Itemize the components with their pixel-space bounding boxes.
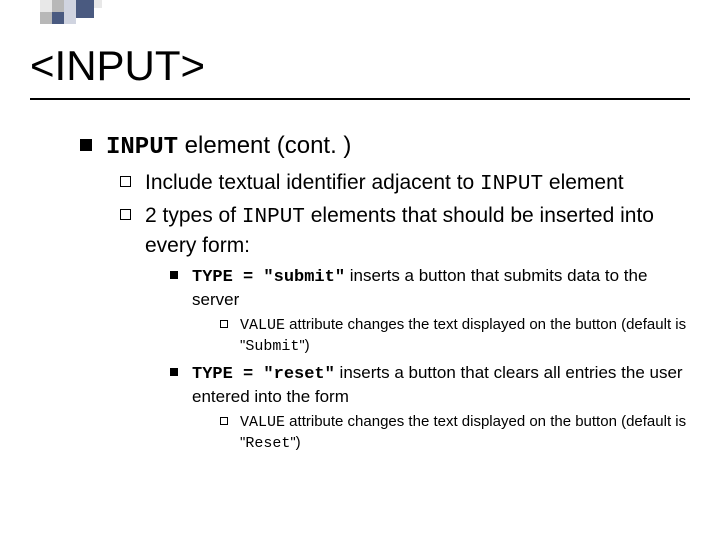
list-item: TYPE = "submit" inserts a button that su…: [170, 265, 690, 311]
slide-body: INPUT element (cont. ) Include textual i…: [80, 130, 690, 457]
list-item: TYPE = "reset" inserts a button that cle…: [170, 362, 690, 408]
title-underline: [30, 98, 690, 100]
bullet-hollow-small-square-icon: [220, 320, 228, 328]
bullet-small-square-icon: [170, 271, 178, 279]
bullet-text: VALUE attribute changes the text display…: [240, 412, 690, 453]
slide-title: <INPUT>: [30, 42, 205, 90]
bullet-text: TYPE = "reset" inserts a button that cle…: [192, 362, 690, 408]
list-item: Include textual identifier adjacent to I…: [120, 169, 690, 198]
bullet-small-square-icon: [170, 368, 178, 376]
bullet-hollow-square-icon: [120, 176, 131, 187]
bullet-hollow-square-icon: [120, 209, 131, 220]
bullet-hollow-small-square-icon: [220, 417, 228, 425]
bullet-text: Include textual identifier adjacent to I…: [145, 169, 624, 198]
bullet-text: INPUT element (cont. ): [106, 130, 351, 163]
bullet-square-icon: [80, 139, 92, 151]
bullet-text: VALUE attribute changes the text display…: [240, 315, 690, 356]
list-item: VALUE attribute changes the text display…: [220, 315, 690, 356]
list-item: INPUT element (cont. ): [80, 130, 690, 163]
bullet-text: TYPE = "submit" inserts a button that su…: [192, 265, 690, 311]
list-item: VALUE attribute changes the text display…: [220, 412, 690, 453]
list-item: 2 types of INPUT elements that should be…: [120, 202, 690, 259]
bullet-text: 2 types of INPUT elements that should be…: [145, 202, 690, 259]
